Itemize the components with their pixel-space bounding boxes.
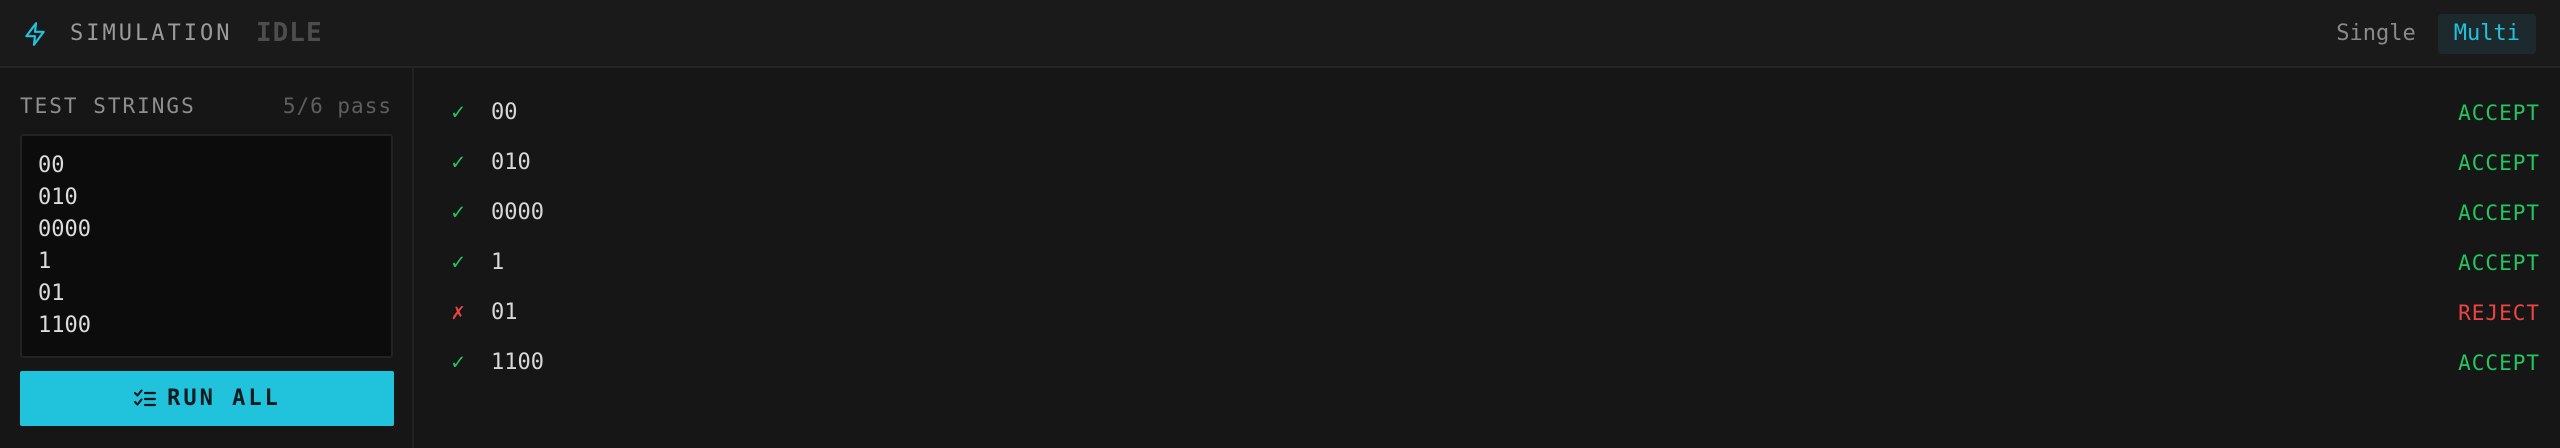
test-string-line: 0000	[38, 217, 91, 242]
pass-check-icon: ✓	[451, 150, 465, 175]
mode-multi-button[interactable]: Multi	[2437, 14, 2536, 54]
result-verdict: ACCEPT	[2458, 351, 2540, 375]
checklist-icon	[134, 388, 157, 406]
result-verdict: ACCEPT	[2458, 201, 2540, 225]
simulation-status: IDLE	[256, 18, 323, 48]
result-string: 01	[491, 300, 518, 325]
fail-cross-icon: ✗	[451, 300, 465, 325]
pass-count: 5/6 pass	[282, 94, 392, 118]
result-string: 010	[491, 150, 531, 175]
result-row: ✓ 00 ACCEPT	[416, 88, 2560, 138]
results-list: ✓ 00 ACCEPT ✓ 010 ACCEPT ✓ 0000 ACCEPT ✓…	[416, 68, 2560, 448]
test-strings-input[interactable]: 00 010 0000 1 01 1100	[20, 134, 393, 358]
test-string-line: 1100	[38, 313, 91, 338]
simulation-header: SIMULATION IDLE Single Multi	[0, 0, 2560, 68]
simulation-title: SIMULATION	[70, 21, 233, 46]
test-string-line: 1	[38, 249, 52, 274]
result-verdict: ACCEPT	[2458, 101, 2540, 125]
test-string-line: 00	[38, 153, 65, 178]
pass-check-icon: ✓	[451, 250, 465, 275]
pass-check-icon: ✓	[451, 350, 465, 375]
run-all-button[interactable]: RUN ALL	[20, 371, 394, 426]
lightning-bolt-icon	[25, 22, 45, 46]
mode-toggle: Single Multi	[2320, 14, 2536, 54]
result-verdict: ACCEPT	[2458, 151, 2540, 175]
test-strings-label: TEST STRINGS	[20, 94, 196, 118]
pass-check-icon: ✓	[451, 200, 465, 225]
simulation-panel: SIMULATION IDLE Single Multi TEST STRING…	[0, 0, 2560, 448]
result-row: ✗ 01 REJECT	[416, 288, 2560, 338]
result-row: ✓ 1 ACCEPT	[416, 238, 2560, 288]
pass-check-icon: ✓	[451, 100, 465, 125]
result-string: 1100	[491, 350, 544, 375]
result-verdict: REJECT	[2458, 301, 2540, 325]
test-string-line: 010	[38, 185, 78, 210]
result-verdict: ACCEPT	[2458, 251, 2540, 275]
result-row: ✓ 0000 ACCEPT	[416, 188, 2560, 238]
result-string: 00	[491, 100, 518, 125]
test-strings-panel: TEST STRINGS 5/6 pass 00 010 0000 1 01 1…	[0, 68, 414, 448]
result-string: 0000	[491, 200, 544, 225]
mode-single-button[interactable]: Single	[2320, 14, 2431, 54]
result-string: 1	[491, 250, 505, 275]
result-row: ✓ 010 ACCEPT	[416, 138, 2560, 188]
result-row: ✓ 1100 ACCEPT	[416, 338, 2560, 388]
run-all-label: RUN ALL	[167, 386, 281, 411]
test-string-line: 01	[38, 281, 65, 306]
